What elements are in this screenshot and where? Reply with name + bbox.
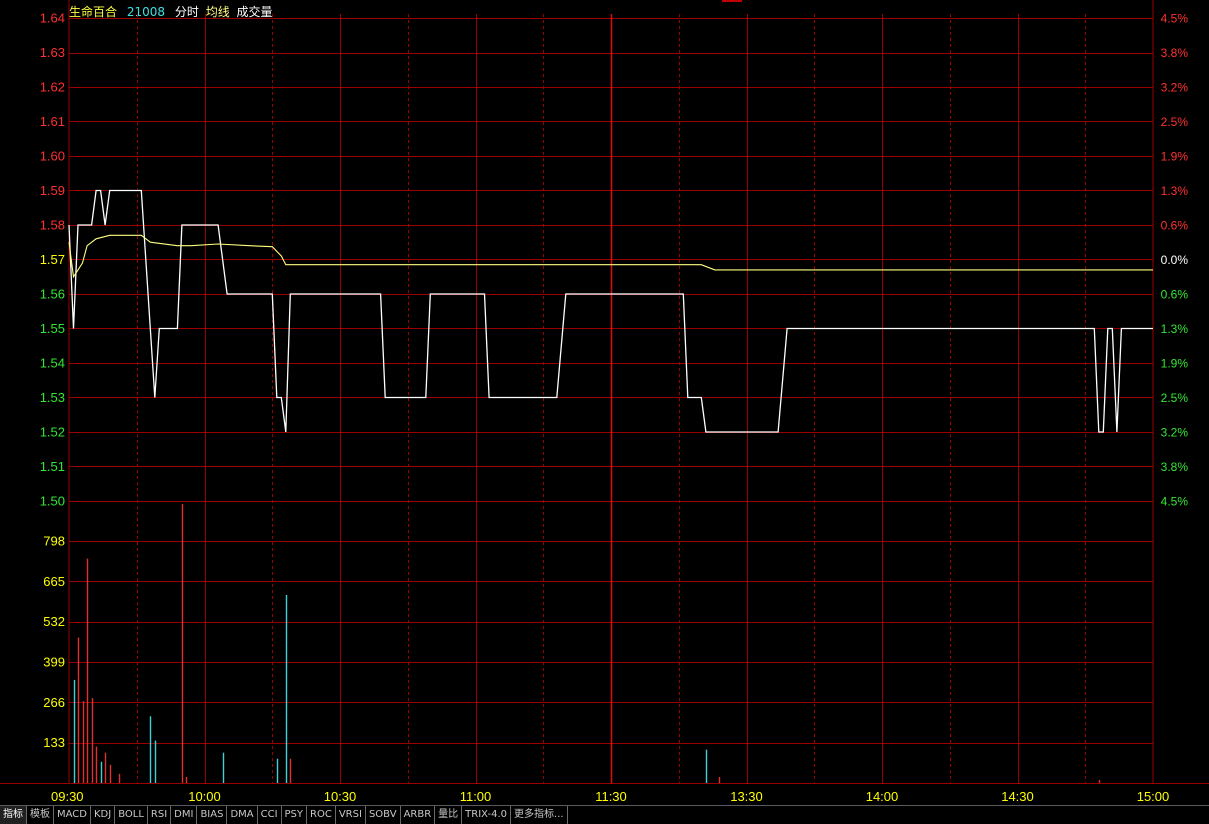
- indicator-tab[interactable]: BIAS: [197, 806, 228, 824]
- price-tick-label: 1.59: [40, 183, 65, 198]
- price-tick-label: 1.61: [40, 114, 65, 129]
- volume-tick-label: 798: [43, 534, 65, 549]
- price-tick-label: 1.57: [40, 252, 65, 267]
- percent-tick-label: 2.5%: [1161, 115, 1189, 129]
- volume-tick-label: 266: [43, 695, 65, 710]
- price-tick-label: 1.52: [40, 425, 65, 440]
- time-tick-label: 10:00: [188, 789, 221, 804]
- indicator-tab[interactable]: PSY: [282, 806, 308, 824]
- price-tick-label: 1.64: [40, 11, 65, 26]
- time-tick-label: 14:30: [1001, 789, 1034, 804]
- price-tick-label: 1.54: [40, 356, 65, 371]
- price-tick-label: 1.63: [40, 45, 65, 60]
- percent-tick-label: 3.2%: [1161, 426, 1189, 440]
- indicator-tab[interactable]: BOLL: [115, 806, 148, 824]
- indicator-tab[interactable]: TRIX-4.0: [462, 806, 512, 824]
- price-tick-label: 1.53: [40, 390, 65, 405]
- percent-tick-label: 4.5%: [1161, 12, 1189, 26]
- volume-tick-label: 665: [43, 574, 65, 589]
- percent-tick-label: 0.0%: [1161, 253, 1189, 267]
- percent-tick-label: 1.3%: [1161, 184, 1189, 198]
- price-tick-label: 1.62: [40, 80, 65, 95]
- volume-bars: [73, 504, 1101, 783]
- indicator-tab[interactable]: 指标: [0, 806, 27, 824]
- price-tick-label: 1.58: [40, 218, 65, 233]
- price-tick-label: 1.50: [40, 494, 65, 509]
- percent-tick-label: 3.8%: [1161, 460, 1189, 474]
- time-tick-label: 15:00: [1137, 789, 1170, 804]
- percent-axis-labels: 4.5% 3.8% 3.2% 2.5% 1.9% 1.3% 0.6% 0.0% 0.6% 1.3%…: [1161, 12, 1189, 509]
- percent-tick-label: 1.3%: [1161, 322, 1189, 336]
- indicator-tab[interactable]: CCI: [258, 806, 282, 824]
- chart-grid: [0, 0, 1209, 784]
- time-tick-label: 10:30: [324, 789, 357, 804]
- percent-tick-label: 3.2%: [1161, 81, 1189, 95]
- indicator-tab[interactable]: SOBV: [366, 806, 401, 824]
- price-tick-label: 1.56: [40, 287, 65, 302]
- volume-tick-label: 399: [43, 655, 65, 670]
- intraday-chart[interactable]: 1.64 1.63 1.62 1.61 1.60 1.59 1.58 1.57 1.56 1.55…: [0, 0, 1209, 823]
- time-tick-label: 13:30: [730, 789, 763, 804]
- percent-tick-label: 0.6%: [1161, 219, 1189, 233]
- time-axis-labels: 09:30 10:00 10:30 11:00 11:30 13:30 14:00 14:30…: [51, 789, 1169, 804]
- indicator-tab-bar: 指标 模板 MACD KDJ BOLL RSI DMI BIAS DMA CCI PSY ROC VRS…: [0, 805, 1209, 824]
- percent-tick-label: 2.5%: [1161, 391, 1189, 405]
- indicator-tab[interactable]: DMA: [227, 806, 258, 824]
- indicator-tab[interactable]: RSI: [148, 806, 172, 824]
- price-tick-label: 1.60: [40, 149, 65, 164]
- price-axis-labels: 1.64 1.63 1.62 1.61 1.60 1.59 1.58 1.57 1.56 1.55…: [40, 11, 65, 509]
- indicator-tab[interactable]: ROC: [307, 806, 336, 824]
- time-tick-label: 11:30: [595, 789, 627, 804]
- price-tick-label: 1.55: [40, 321, 65, 336]
- indicator-tab[interactable]: DMI: [171, 806, 198, 824]
- indicator-tab[interactable]: KDJ: [91, 806, 116, 824]
- indicator-tab[interactable]: VRSI: [336, 806, 366, 824]
- indicator-tab[interactable]: 模板: [27, 806, 54, 824]
- volume-tick-label: 133: [43, 735, 65, 750]
- percent-tick-label: 0.6%: [1161, 288, 1189, 302]
- percent-tick-label: 1.9%: [1161, 150, 1189, 164]
- percent-tick-label: 4.5%: [1161, 495, 1189, 509]
- percent-tick-label: 1.9%: [1161, 357, 1189, 371]
- volume-axis-labels: 798 665 532 399 266 133: [43, 534, 65, 751]
- indicator-tab[interactable]: MACD: [54, 806, 91, 824]
- percent-tick-label: 3.8%: [1161, 46, 1189, 60]
- time-tick-label: 11:00: [460, 789, 492, 804]
- volume-tick-label: 532: [43, 614, 65, 629]
- price-tick-label: 1.51: [40, 459, 65, 474]
- indicator-tab[interactable]: 更多指标...: [511, 806, 568, 824]
- indicator-tab[interactable]: ARBR: [401, 806, 436, 824]
- indicator-tab[interactable]: 量比: [435, 806, 463, 824]
- time-tick-label: 14:00: [866, 789, 899, 804]
- time-tick-label: 09:30: [51, 789, 84, 804]
